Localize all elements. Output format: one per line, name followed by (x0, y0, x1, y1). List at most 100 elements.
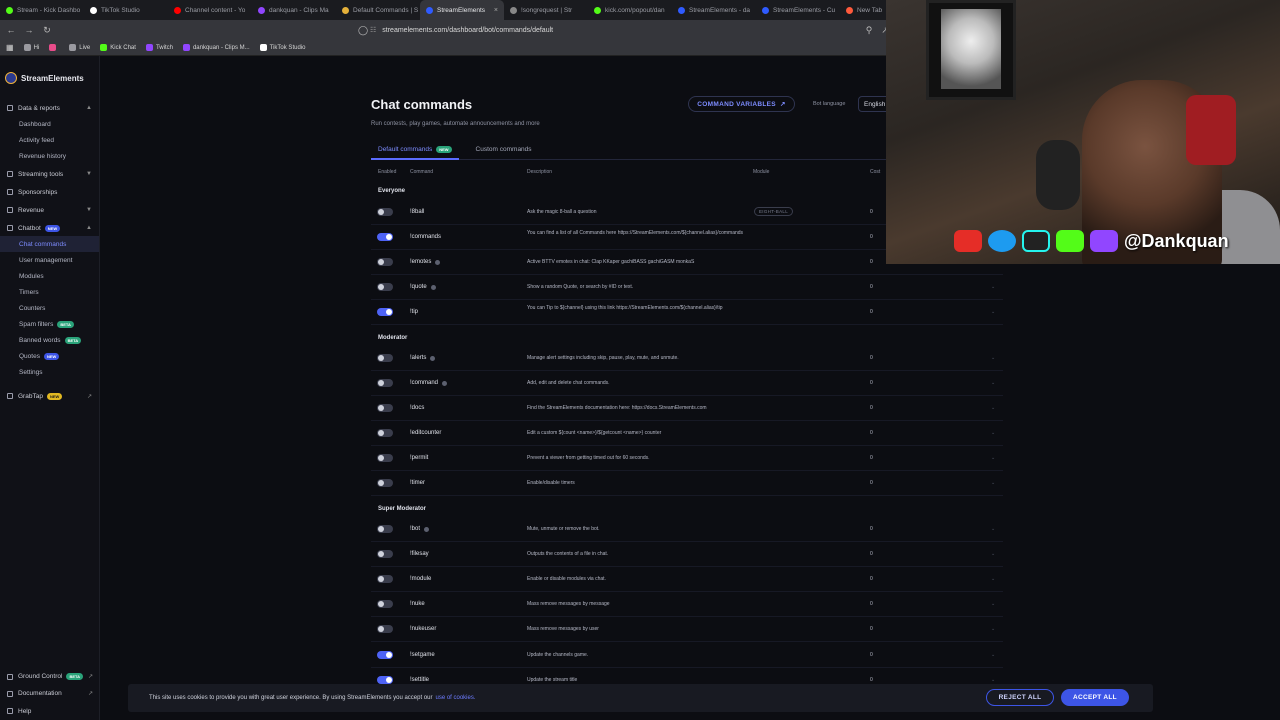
reject-all-button[interactable]: REJECT ALL (986, 689, 1054, 706)
bookmark-item[interactable] (49, 44, 59, 51)
sidebar-link-ground-control[interactable]: Ground Control BETA ↗ (0, 668, 100, 685)
info-icon[interactable] (435, 259, 441, 265)
expand-chevron-icon[interactable]: ⌄ (991, 677, 995, 683)
expand-chevron-icon[interactable]: ⌄ (991, 455, 995, 461)
sidebar-section-data-reports[interactable]: Data & reports ▲ (0, 100, 99, 116)
expand-chevron-icon[interactable]: ⌄ (991, 576, 995, 582)
command-row[interactable]: !bot Mute, unmute or remove the bot. 0 ⌄ (371, 517, 1003, 542)
browser-tab[interactable]: Channel content - Yo (168, 0, 252, 20)
sidebar-item[interactable]: Chat commands (0, 236, 99, 252)
cookie-policy-link[interactable]: use of cookies. (435, 695, 475, 701)
forward-icon[interactable]: → (22, 25, 36, 35)
info-icon[interactable] (430, 355, 436, 361)
bookmark-icon[interactable]: ◯ (356, 25, 370, 36)
browser-tab[interactable]: TikTok Studio (84, 0, 168, 20)
expand-chevron-icon[interactable]: ⌄ (991, 405, 995, 411)
enable-toggle[interactable] (377, 258, 393, 266)
reload-icon[interactable]: ↻ (40, 25, 54, 36)
sidebar-link-help[interactable]: Help (0, 702, 100, 720)
sidebar-item[interactable]: Quotes NEW (0, 348, 99, 364)
browser-tab[interactable]: Default Commands | S (336, 0, 420, 20)
browser-tab[interactable]: kick.com/popout/dan (588, 0, 672, 20)
command-row[interactable]: !editcounter Edit a custom ${count <name>… (371, 421, 1003, 446)
sidebar-link-documentation[interactable]: Documentation ↗ (0, 685, 100, 702)
command-row[interactable]: !nukeuser Mass remove messages by user 0 ⌄ (371, 617, 1003, 642)
sidebar-section-sponsorships[interactable]: Sponsorships (0, 184, 99, 200)
expand-chevron-icon[interactable]: ⌄ (991, 652, 995, 658)
command-row[interactable]: !command Add, edit and delete chat comman… (371, 371, 1003, 396)
site-info-icon[interactable]: ☷ (370, 26, 376, 34)
sidebar-item[interactable]: Dashboard (0, 116, 99, 132)
browser-tab[interactable]: Stream - Kick Dashbo (0, 0, 84, 20)
expand-chevron-icon[interactable]: ⌄ (991, 430, 995, 436)
accept-all-button[interactable]: ACCEPT ALL (1061, 689, 1129, 706)
command-row[interactable]: !tip You can Tip to ${channel} using this… (371, 300, 1003, 325)
enable-toggle[interactable] (377, 308, 393, 316)
expand-chevron-icon[interactable]: ⌄ (991, 309, 995, 315)
command-row[interactable]: !filesay Outputs the contents of a file i… (371, 542, 1003, 567)
bookmark-item[interactable]: dankquan - Clips M... (182, 44, 250, 51)
bookmark-item[interactable]: Live (69, 44, 90, 51)
command-row[interactable]: !docs Find the StreamElements documentati… (371, 396, 1003, 421)
enable-toggle[interactable] (377, 575, 393, 583)
enable-toggle[interactable] (377, 233, 393, 241)
command-row[interactable]: !nuke Mass remove messages by message 0 ⌄ (371, 592, 1003, 617)
sidebar-item[interactable]: Banned words BETA (0, 332, 99, 348)
enable-toggle[interactable] (377, 379, 393, 387)
bookmark-item[interactable]: TikTok Studio (259, 44, 305, 51)
info-icon[interactable] (430, 284, 436, 290)
enable-toggle[interactable] (377, 550, 393, 558)
bookmark-item[interactable]: Hi (23, 44, 39, 51)
enable-toggle[interactable] (377, 625, 393, 633)
sidebar-item[interactable]: Settings (0, 364, 99, 380)
expand-chevron-icon[interactable]: ⌄ (991, 601, 995, 607)
expand-chevron-icon[interactable]: ⌄ (991, 526, 995, 532)
browser-tab[interactable]: dankquan - Clips Ma (252, 0, 336, 20)
command-row[interactable]: !alerts Manage alert settings including s… (371, 346, 1003, 371)
expand-chevron-icon[interactable]: ⌄ (991, 284, 995, 290)
sidebar-section-chatbot[interactable]: Chatbot NEW ▲ (0, 220, 99, 236)
enable-toggle[interactable] (377, 600, 393, 608)
sidebar-item[interactable]: Activity feed (0, 132, 99, 148)
sidebar-item[interactable]: User management (0, 252, 99, 268)
enable-toggle[interactable] (377, 651, 393, 659)
close-tab-icon[interactable]: × (494, 7, 498, 14)
sidebar-item[interactable]: Counters (0, 300, 99, 316)
tab-custom-commands[interactable]: Custom commands (469, 146, 539, 160)
expand-chevron-icon[interactable]: ⌄ (991, 551, 995, 557)
expand-chevron-icon[interactable]: ⌄ (991, 480, 995, 486)
sidebar-item[interactable]: Revenue history (0, 148, 99, 164)
info-icon[interactable] (424, 526, 430, 532)
enable-toggle[interactable] (377, 676, 393, 684)
expand-chevron-icon[interactable]: ⌄ (991, 355, 995, 361)
zoom-icon[interactable]: ⚲ (862, 25, 876, 36)
enable-toggle[interactable] (377, 454, 393, 462)
command-row[interactable]: !timer Enable/disable timers 0 ⌄ (371, 471, 1003, 496)
sidebar-section-streaming-tools[interactable]: Streaming tools ▼ (0, 166, 99, 182)
back-icon[interactable]: ← (4, 25, 18, 35)
info-icon[interactable] (442, 380, 448, 386)
sidebar-item[interactable]: Timers (0, 284, 99, 300)
command-row[interactable]: !module Enable or disable modules via cha… (371, 567, 1003, 592)
enable-toggle[interactable] (377, 479, 393, 487)
sidebar-section-revenue[interactable]: Revenue ▼ (0, 202, 99, 218)
brand[interactable]: StreamElements (0, 56, 99, 100)
enable-toggle[interactable] (377, 208, 393, 216)
tab-default-commands[interactable]: Default commands NEW (371, 146, 459, 160)
browser-tab[interactable]: !songrequest | Str (504, 0, 588, 20)
apps-icon[interactable]: ▦ (6, 43, 14, 52)
enable-toggle[interactable] (377, 525, 393, 533)
command-row[interactable]: !setgame Update the channels game. 0 ⌄ (371, 643, 1003, 668)
expand-chevron-icon[interactable]: ⌄ (991, 380, 995, 386)
command-row[interactable]: !quote Show a random Quote, or search by … (371, 275, 1003, 300)
sidebar-item[interactable]: Modules (0, 268, 99, 284)
address-bar[interactable]: ☷ streamelements.com/dashboard/bot/comma… (370, 23, 890, 37)
browser-tab[interactable]: StreamElements - Cu (756, 0, 840, 20)
enable-toggle[interactable] (377, 429, 393, 437)
command-row[interactable]: !permit Prevent a viewer from getting tim… (371, 446, 1003, 471)
command-variables-button[interactable]: COMMAND VARIABLES ↗ (688, 96, 795, 112)
sidebar-section-grabtap[interactable]: GrabTap NEW ↗ (0, 388, 99, 404)
bookmark-item[interactable]: Twitch (145, 44, 173, 51)
enable-toggle[interactable] (377, 404, 393, 412)
enable-toggle[interactable] (377, 283, 393, 291)
